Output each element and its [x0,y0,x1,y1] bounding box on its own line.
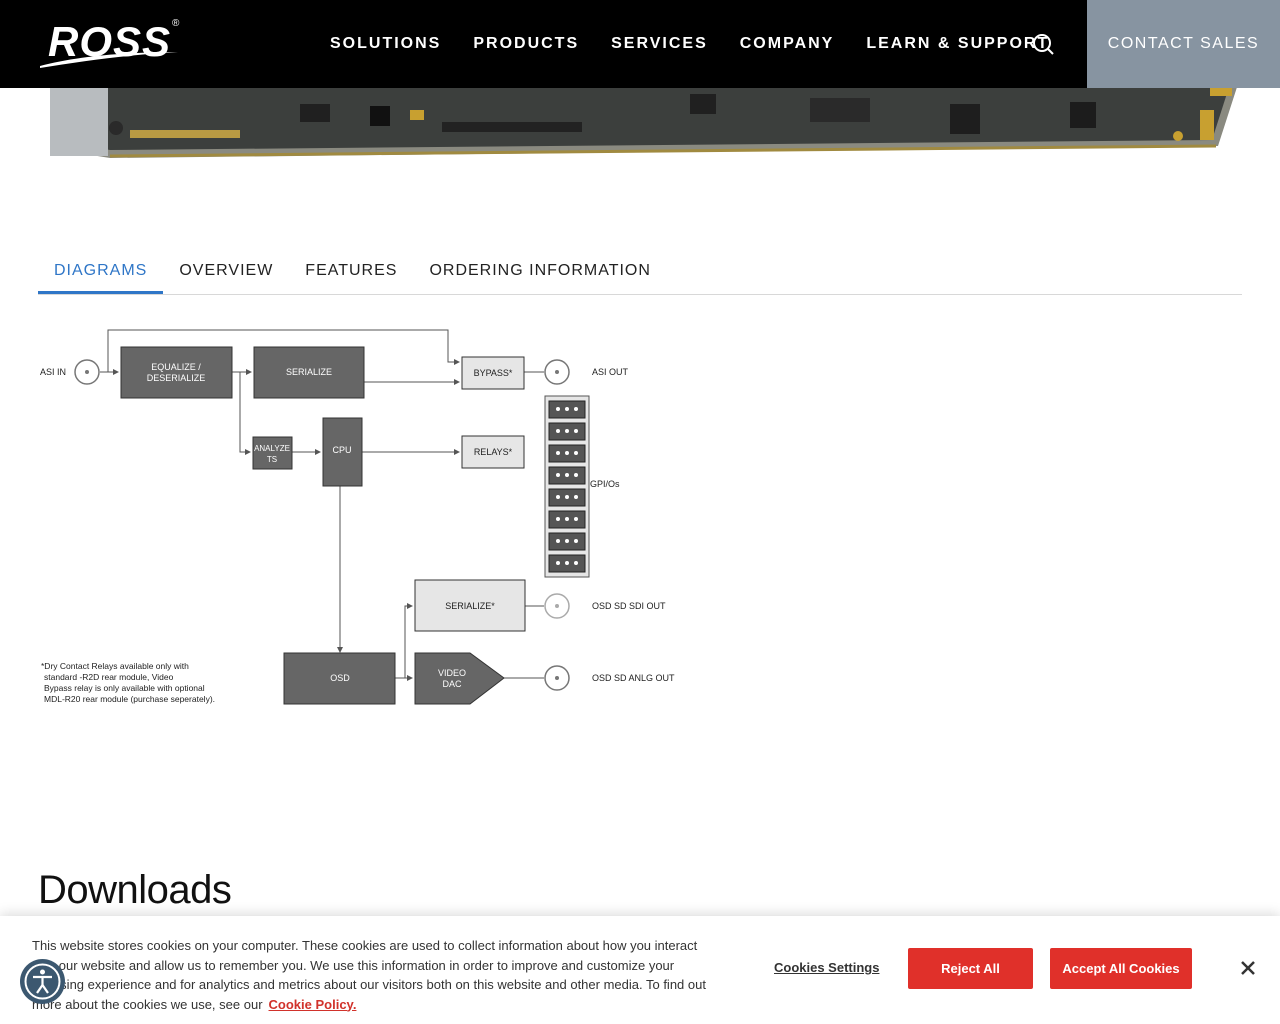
gpio-connector-stack [544,395,590,578]
cookie-message: This website stores cookies on your comp… [32,936,712,1014]
cookie-message-text: This website stores cookies on your comp… [32,938,706,1012]
accept-all-cookies-button[interactable]: Accept All Cookies [1050,948,1192,989]
ross-logo[interactable]: ROSS ® [38,18,186,70]
nav-company[interactable]: COMPANY [724,35,851,53]
tab-overview[interactable]: OVERVIEW [163,248,289,294]
label-bypass: BYPASS* [474,368,513,378]
cookie-policy-link[interactable]: Cookie Policy. [269,997,357,1012]
label-relays: RELAYS* [474,447,513,457]
footnote-line-4: MDL-R20 rear module (purchase seperately… [44,694,215,704]
accessibility-icon [24,963,61,1000]
nav-services[interactable]: SERVICES [595,35,724,53]
label-gpios: GPI/Os [590,479,620,489]
label-osd-sdi-out: OSD SD SDI OUT [592,601,666,611]
connector-osd-anlg-out [544,665,570,691]
accessibility-button[interactable] [20,959,65,1004]
registered-mark: ® [172,18,180,29]
label-asi-out: ASI OUT [592,367,629,377]
main-nav: SOLUTIONS PRODUCTS SERVICES COMPANY LEAR… [314,0,1065,88]
footnote-line-1: *Dry Contact Relays available only with [41,661,189,671]
close-banner-button[interactable] [1236,956,1260,980]
label-analyze-2: TS [267,455,277,464]
label-equalize-1: EQUALIZE / [151,362,201,372]
label-serialize: SERIALIZE [286,367,332,377]
cookies-settings-button[interactable]: Cookies Settings [774,960,879,975]
contact-sales-button[interactable]: CONTACT SALES [1087,0,1280,88]
label-video-dac-2: DAC [442,679,462,689]
footnote-line-2: standard -R2D rear module, Video [44,672,174,682]
footnote-line-3: Bypass relay is only available with opti… [44,683,205,693]
reject-all-button[interactable]: Reject All [908,948,1033,989]
label-asi-in: ASI IN [40,367,66,377]
label-cpu: CPU [332,445,351,455]
label-analyze-1: ANALYZE [254,444,290,453]
connector-asi-in [74,359,100,385]
connector-asi-out [544,359,570,385]
label-serialize2: SERIALIZE* [445,601,495,611]
label-video-dac-1: VIDEO [438,668,466,678]
downloads-heading: Downloads [38,868,232,912]
product-tabs: DIAGRAMS OVERVIEW FEATURES ORDERING INFO… [38,248,1242,295]
label-equalize-2: DESERIALIZE [147,373,206,383]
cookie-banner: This website stores cookies on your comp… [0,916,1280,1024]
tab-diagrams[interactable]: DIAGRAMS [38,248,164,294]
search-icon [1033,34,1054,55]
block-analyze-ts [252,436,293,470]
close-icon [1241,961,1255,975]
nav-solutions[interactable]: SOLUTIONS [314,35,457,53]
label-osd: OSD [330,673,350,683]
page: ROSS ® SOLUTIONS PRODUCTS SERVICES COMPA… [0,0,1280,1024]
search-button[interactable] [1028,30,1058,60]
label-osd-anlg-out: OSD SD ANLG OUT [592,673,675,683]
logo-text: ROSS [48,18,172,65]
nav-products[interactable]: PRODUCTS [457,35,595,53]
top-navigation-bar: ROSS ® SOLUTIONS PRODUCTS SERVICES COMPA… [0,0,1280,88]
tab-features[interactable]: FEATURES [289,248,413,294]
product-image [50,84,1238,158]
connector-osd-sdi-out [544,593,570,619]
block-diagram: EQUALIZE / DESERIALIZE SERIALIZE BYPASS*… [40,329,675,705]
tab-ordering-information[interactable]: ORDERING INFORMATION [413,248,666,294]
